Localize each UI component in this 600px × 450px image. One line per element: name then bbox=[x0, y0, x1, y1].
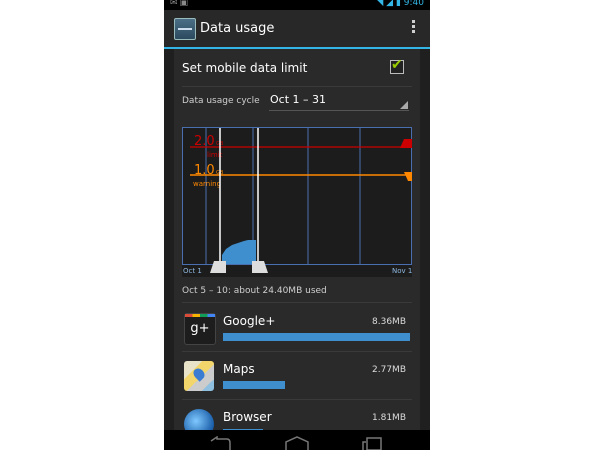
data-usage-app-icon[interactable] bbox=[174, 18, 196, 40]
divider bbox=[182, 86, 412, 87]
usage-chart[interactable]: 2.0 GB limit 1.0 GB warning Oct 1 Nov 1 bbox=[182, 127, 412, 277]
app-size: 2.77MB bbox=[372, 365, 406, 375]
divider bbox=[182, 351, 412, 352]
app-size: 1.81MB bbox=[372, 413, 406, 423]
usage-summary: Oct 5 – 10: about 24.40MB used bbox=[182, 286, 327, 296]
action-bar: Data usage bbox=[164, 10, 430, 49]
mobile-limit-row[interactable]: Set mobile data limit ✔ bbox=[174, 49, 420, 85]
status-bar: ✉▣ ◥ ◢ ▮ 9:40 bbox=[164, 0, 430, 10]
cycle-label: Data usage cycle bbox=[182, 96, 260, 106]
cycle-value: Oct 1 – 31 bbox=[270, 93, 327, 106]
mobile-limit-label: Set mobile data limit bbox=[182, 61, 308, 75]
app-row-browser[interactable]: Browser 1.81MB bbox=[182, 401, 412, 430]
clock: 9:40 bbox=[403, 0, 424, 8]
chart-end-date: Nov 1 bbox=[392, 267, 412, 275]
battery-icon: ▮ bbox=[395, 0, 401, 8]
app-name: Browser bbox=[223, 410, 272, 424]
mobile-limit-checkbox[interactable]: ✔ bbox=[390, 57, 404, 74]
back-icon[interactable] bbox=[209, 436, 231, 450]
cycle-dropdown[interactable]: Oct 1 – 31 bbox=[269, 92, 409, 111]
home-icon[interactable] bbox=[284, 436, 310, 450]
chart-background bbox=[182, 127, 412, 277]
divider bbox=[182, 399, 412, 400]
app-row-maps[interactable]: Maps 2.77MB bbox=[182, 353, 412, 401]
browser-icon bbox=[184, 409, 214, 430]
maps-icon bbox=[184, 361, 214, 391]
check-icon: ✔ bbox=[391, 57, 403, 73]
app-row-google-plus[interactable]: g+ Google+ 8.36MB bbox=[182, 305, 412, 353]
divider bbox=[182, 302, 412, 303]
app-name: Maps bbox=[223, 362, 255, 376]
chart-start-date: Oct 1 bbox=[183, 267, 202, 275]
app-size: 8.36MB bbox=[372, 317, 406, 327]
limit-value: 2.0 bbox=[194, 134, 215, 149]
google-plus-icon: g+ bbox=[184, 313, 216, 345]
signal-icon: ◢ bbox=[386, 0, 394, 8]
notification-icons: ✉▣ bbox=[170, 0, 190, 8]
phone-screen: ✉▣ ◥ ◢ ▮ 9:40 Data usage Set mobile data… bbox=[164, 0, 430, 450]
wifi-icon: ◥ bbox=[376, 0, 384, 8]
warning-label: warning bbox=[193, 180, 221, 188]
usage-bar bbox=[223, 381, 285, 389]
page-title: Data usage bbox=[200, 21, 275, 36]
settings-content: Set mobile data limit ✔ Data usage cycle… bbox=[174, 49, 420, 430]
dropdown-caret-icon bbox=[400, 101, 408, 109]
navigation-bar bbox=[164, 430, 430, 450]
status-right: ◥ ◢ ▮ 9:40 bbox=[376, 0, 424, 8]
overflow-menu-icon[interactable] bbox=[412, 18, 416, 38]
recent-apps-icon[interactable] bbox=[361, 436, 383, 450]
app-name: Google+ bbox=[223, 314, 276, 328]
usage-bar bbox=[223, 333, 410, 341]
warning-value: 1.0 bbox=[194, 163, 215, 178]
mail-icon: ✉ bbox=[170, 0, 180, 8]
chat-icon: ▣ bbox=[179, 0, 191, 8]
